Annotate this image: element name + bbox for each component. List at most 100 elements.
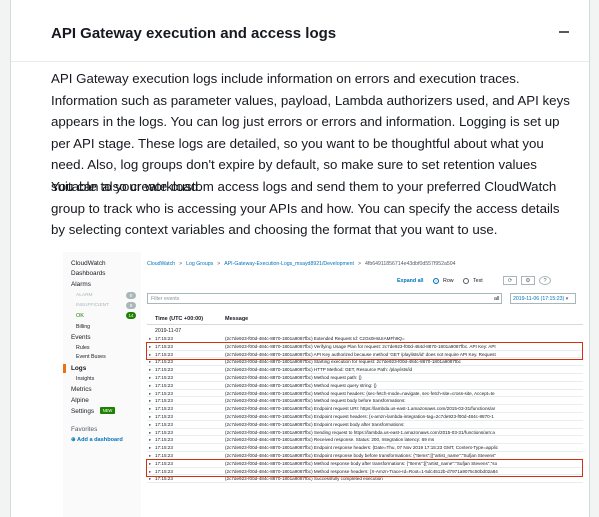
card-header[interactable]: API Gateway execution and access logs — [11, 0, 589, 62]
sidebar-item-ok[interactable]: OK — [76, 313, 84, 319]
breadcrumb-log-group[interactable]: API-Gateway-Execution-Logs_msayd8921/Dev… — [224, 261, 354, 267]
insufficient-count-badge: 0 — [126, 302, 136, 309]
row-time: 17:15:23 — [155, 445, 173, 451]
table-row[interactable]: ▸ 17:15:23 (2c7de923-f00d-484c-8870-1801a9… — [147, 421, 583, 429]
expand-arrow-icon[interactable]: ▸ — [149, 390, 151, 397]
table-row[interactable]: ▸ 17:15:23 (2c7de923-f00d-484c-8870-1801a9… — [147, 429, 583, 437]
row-message: (2c7de923-f00d-484c-8870-1801a9087fbc) E… — [225, 421, 405, 427]
help-icon: ? — [543, 278, 547, 284]
sidebar-item-alarms[interactable]: Alarms — [71, 281, 91, 288]
chevron-right-icon: > — [179, 261, 183, 267]
row-message: (2c7de923-f00d-484c-8870-1801a9087fbc) H… — [225, 367, 413, 373]
breadcrumb-cloudwatch[interactable]: CloudWatch — [147, 261, 175, 267]
table-row[interactable]: ▸ 17:15:23 (2c7de923-f00d-484c-8870-1801a9… — [147, 374, 583, 382]
expand-arrow-icon[interactable]: ▸ — [149, 382, 151, 389]
row-time: 17:15:23 — [155, 367, 173, 373]
row-message: (2c7de923-f00d-484c-8870-1801a9087fbc) E… — [225, 406, 496, 412]
col-time-header[interactable]: Time (UTC +00:00) — [155, 316, 203, 322]
highlight-response-body-rows — [146, 459, 583, 477]
sidebar-item-dashboards[interactable]: Dashboards — [71, 270, 105, 277]
sidebar-item-rules[interactable]: Rules — [76, 345, 90, 351]
refresh-button[interactable]: ⟳ — [503, 276, 517, 285]
row-label: Row — [443, 278, 454, 284]
row-message: (2c7de923-f00d-484c-8870-1801a9087fbc) R… — [225, 437, 435, 443]
row-message: (2c7de923-f00d-484c-8870-1801a9087fbc) S… — [225, 429, 495, 435]
date-range-picker[interactable]: 2019-11-06 (17:15:23) ▾ — [510, 293, 576, 304]
row-message: (2c7de923-f00d-484c-8870-1801a9087fbc) E… — [225, 452, 497, 458]
chevron-right-icon: > — [217, 261, 221, 267]
table-row[interactable]: ▸ 17:15:23 (2c7de923-f00d-484c-8870-1801a9… — [147, 413, 583, 421]
row-time: 17:15:23 — [155, 413, 173, 419]
expand-arrow-icon[interactable]: ▸ — [149, 335, 151, 342]
logs-info-card: API Gateway execution and access logs AP… — [10, 0, 590, 517]
alarm-count-badge: 0 — [126, 292, 136, 299]
sidebar-item-event-buses[interactable]: Event Buses — [76, 354, 106, 360]
expand-arrow-icon[interactable]: ▸ — [149, 429, 151, 436]
col-message-header[interactable]: Message — [225, 316, 248, 322]
row-message: (2c7de923-f00d-484c-8870-1801a9087fbc) M… — [225, 398, 406, 404]
cloudwatch-log-screenshot: CloudWatch Dashboards Alarms ALARM 0 INS… — [63, 252, 583, 517]
expand-arrow-icon[interactable]: ▸ — [149, 444, 151, 451]
row-radio[interactable] — [433, 278, 439, 284]
expand-all-link[interactable]: Expand all — [397, 278, 424, 284]
row-time: 17:15:23 — [155, 390, 173, 396]
row-time: 17:15:23 — [155, 336, 173, 341]
row-time: 17:15:23 — [155, 398, 173, 404]
row-time: 17:15:23 — [155, 429, 173, 435]
settings-button[interactable]: ⚙ — [521, 276, 535, 285]
add-dashboard-label: Add a dashboard — [77, 437, 123, 443]
row-message: (2c7de923-f00d-484c-8870-1801a9087fbc) E… — [225, 445, 499, 451]
text-radio[interactable] — [463, 278, 469, 284]
expand-arrow-icon[interactable]: ▸ — [149, 366, 151, 373]
table-row[interactable]: ▸ 17:15:23 (2c7de923-f00d-484c-8870-1801a9… — [147, 405, 583, 413]
range-all-label[interactable]: all — [494, 296, 499, 302]
card-title: API Gateway execution and access logs — [51, 25, 337, 42]
refresh-icon: ⟳ — [507, 278, 513, 284]
table-row[interactable]: ▸ 17:15:23 (2c7de923-f00d-484c-8870-1801a9… — [147, 366, 583, 374]
filter-events-input[interactable]: Filter events — [147, 293, 502, 304]
row-message: (2c7de923-f00d-484c-8870-1801a9087fbc) E… — [225, 413, 494, 419]
sidebar-item-logs[interactable]: Logs — [71, 365, 86, 372]
highlight-api-key-rows — [146, 342, 583, 360]
log-group-date: 2019-11-07 — [155, 328, 182, 334]
breadcrumb: CloudWatch > Log Groups > API-Gateway-Execut… — [147, 261, 456, 267]
add-dashboard-link[interactable]: ⊕ Add a dashboard — [71, 437, 123, 443]
sidebar-item-cloudwatch[interactable]: CloudWatch — [71, 260, 106, 267]
sidebar-item-events[interactable]: Events — [71, 334, 91, 341]
row-message: (2c7de923-f00d-484c-8870-1801a9087fbc) M… — [225, 382, 377, 388]
active-indicator — [63, 364, 66, 373]
table-row[interactable]: ▸ 17:15:23 (2c7de923-f00d-484c-8870-1801a9… — [147, 436, 583, 445]
row-message: (2c7de923-f00d-484c-8870-1801a9087fbc) E… — [225, 336, 405, 341]
expand-arrow-icon[interactable]: ▸ — [149, 421, 151, 428]
table-row[interactable]: ▸ 17:15:23 (2c7de923-f00d-484c-8870-1801a9… — [147, 382, 583, 390]
table-row[interactable]: ▸ 17:15:23 (2c7de923-f00d-484c-8870-1801a9… — [147, 390, 583, 398]
expand-arrow-icon[interactable]: ▸ — [149, 452, 151, 459]
expand-arrow-icon[interactable]: ▸ — [149, 436, 151, 443]
expand-arrow-icon[interactable]: ▸ — [149, 405, 151, 412]
sidebar-item-billing[interactable]: Billing — [76, 324, 90, 330]
expand-arrow-icon[interactable]: ▸ — [149, 413, 151, 420]
cloudwatch-sidebar: CloudWatch Dashboards Alarms ALARM 0 INS… — [63, 252, 141, 517]
sidebar-item-alpine[interactable]: Alpine — [71, 397, 89, 404]
expand-arrow-icon[interactable]: ▸ — [149, 374, 151, 381]
row-time: 17:15:23 — [155, 421, 173, 427]
table-row[interactable]: ▸ 17:15:23 (2c7de923-f00d-484c-8870-1801a9… — [147, 444, 583, 452]
table-row[interactable]: ▸ 17:15:23 (2c7de923-f00d-484c-8870-1801a9… — [147, 397, 583, 406]
paragraph-access-logs: You can also create custom access logs a… — [51, 179, 560, 238]
expand-arrow-icon[interactable]: ▸ — [149, 397, 151, 404]
sidebar-favorites-heading: Favorites — [71, 426, 98, 433]
chevron-down-icon: ▾ — [565, 296, 569, 302]
breadcrumb-log-groups[interactable]: Log Groups — [186, 261, 213, 267]
help-button[interactable]: ? — [539, 276, 551, 285]
sidebar-item-insufficient[interactable]: INSUFFICIENT — [76, 303, 109, 308]
ok-count-badge: 14 — [126, 312, 136, 319]
row-time: 17:15:23 — [155, 406, 173, 412]
collapse-icon[interactable] — [559, 31, 569, 33]
log-table-header: Time (UTC +00:00) Message — [147, 313, 583, 325]
sidebar-item-alarm[interactable]: ALARM — [76, 293, 93, 298]
sidebar-item-insights[interactable]: Insights — [76, 376, 94, 382]
sidebar-item-metrics[interactable]: Metrics — [71, 386, 92, 393]
breadcrumb-log-stream: 4fb64911856714e43dbf0d557f952a504 — [365, 261, 456, 267]
row-time: 17:15:23 — [155, 437, 173, 443]
sidebar-item-settings[interactable]: Settings — [71, 408, 94, 415]
